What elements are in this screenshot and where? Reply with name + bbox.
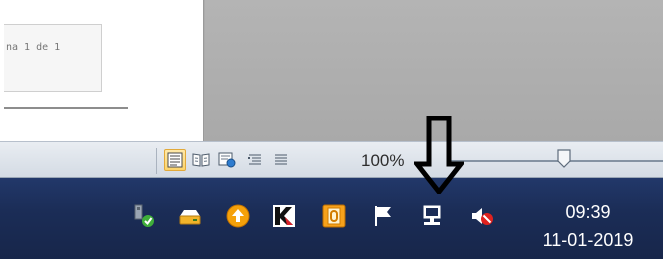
action-center-flag-icon[interactable] [372,204,396,228]
screen: na 1 de 1 100% 09:39 11-01-2019 [0,0,663,259]
update-arrow-icon[interactable] [226,204,250,228]
drive-icon[interactable] [178,204,202,228]
print-layout-icon [167,152,183,168]
status-bar: 100% [0,141,663,178]
outline-view-button[interactable] [244,149,266,171]
full-screen-reading-button[interactable] [190,149,212,171]
network-icon[interactable] [420,204,444,228]
document-area: na 1 de 1 [0,0,663,141]
taskbar-clock[interactable]: 09:39 11-01-2019 [523,198,653,254]
web-layout-icon [218,152,236,168]
outline-icon [248,154,261,165]
office-icon[interactable] [322,204,346,228]
page-thumbnail-box [4,24,102,92]
web-layout-button[interactable] [216,149,238,171]
zoom-level-label[interactable]: 100% [361,151,404,171]
page-indicator: na 1 de 1 [6,42,61,53]
volume-muted-icon[interactable] [470,204,494,228]
draft-view-button[interactable] [270,149,292,171]
page-rule [4,107,128,109]
kaspersky-icon[interactable] [272,204,296,228]
draft-icon [275,154,287,165]
clock-time: 09:39 [565,202,611,222]
status-separator [156,148,157,174]
down-arrow-annotation-icon [414,116,464,194]
usb-safely-remove-icon[interactable] [132,204,156,228]
document-page[interactable]: na 1 de 1 [0,0,204,141]
print-layout-view-button[interactable] [164,149,186,171]
clock-date: 11-01-2019 [542,230,634,250]
open-book-icon [192,153,210,167]
zoom-slider-thumb[interactable] [556,149,572,169]
